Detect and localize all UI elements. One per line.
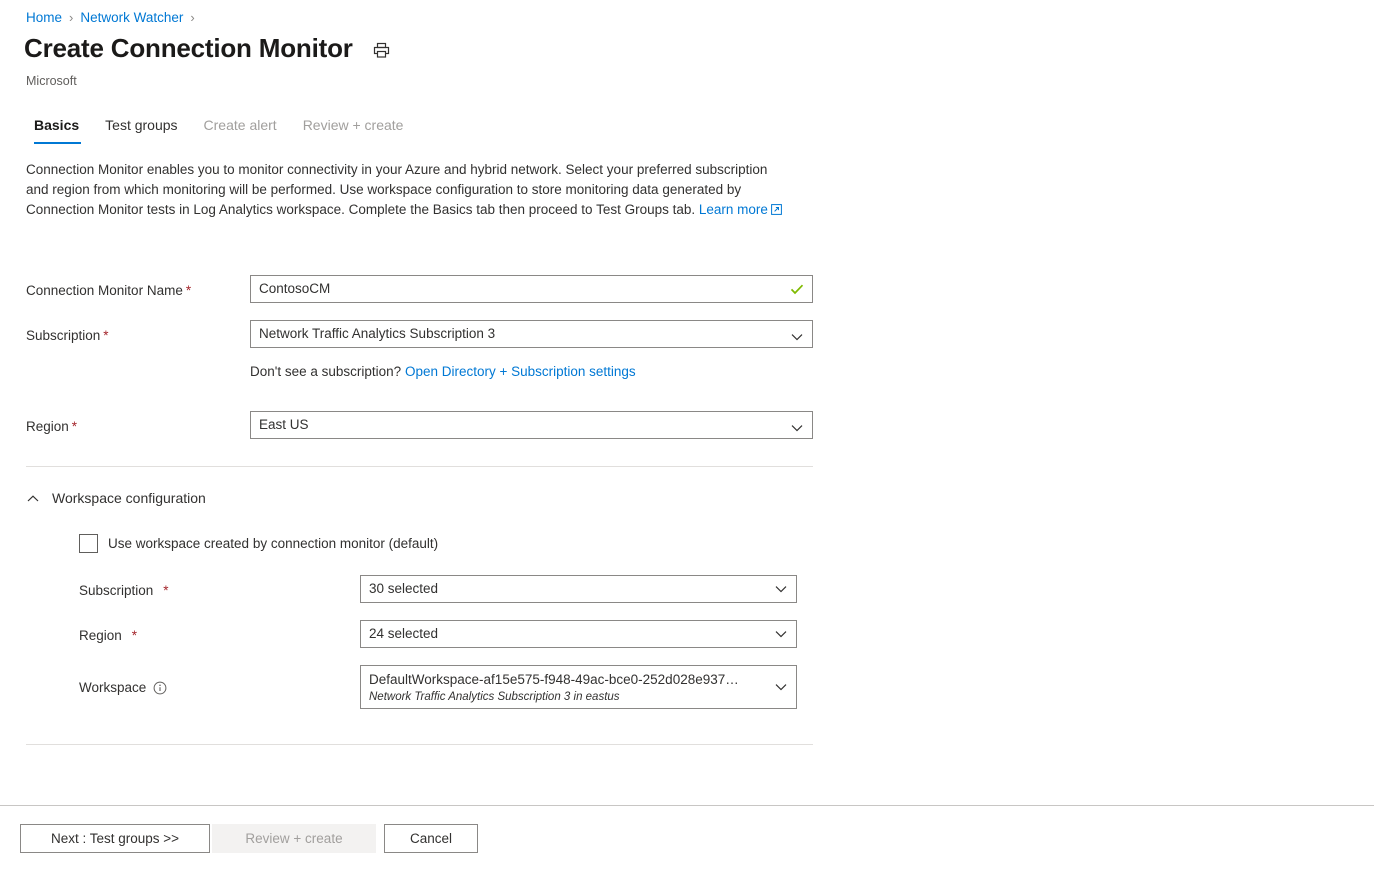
subscription-control: Network Traffic Analytics Subscription 3 (250, 320, 813, 348)
dropdown-value: Network Traffic Analytics Subscription 3 (259, 321, 780, 347)
workspace-region-control: 24 selected (360, 620, 797, 648)
page-title: Create Connection Monitor (24, 31, 353, 65)
use-default-workspace-checkbox[interactable] (79, 534, 98, 553)
tab-test-groups[interactable]: Test groups (92, 112, 190, 144)
breadcrumb-separator-icon: › (69, 8, 73, 28)
workspace-control: DefaultWorkspace-af15e575-f948-49ac-bce0… (360, 665, 797, 709)
tab-bar: Basics Test groups Create alert Review +… (26, 112, 416, 144)
breadcrumb-separator-icon: › (190, 8, 194, 28)
next-test-groups-button[interactable]: Next : Test groups >> (20, 824, 210, 853)
tab-create-alert: Create alert (191, 112, 290, 144)
info-icon[interactable] (153, 681, 167, 695)
workspace-label: Workspace (79, 665, 360, 697)
workspace-dropdown[interactable]: DefaultWorkspace-af15e575-f948-49ac-bce0… (360, 665, 797, 709)
required-marker: * (186, 283, 191, 298)
chevron-down-icon (790, 418, 804, 432)
dropdown-value: East US (259, 412, 780, 438)
connection-monitor-name-input[interactable]: ContosoCM (250, 275, 813, 303)
workspace-subscription-control: 30 selected (360, 575, 797, 603)
connection-monitor-name-label: Connection Monitor Name* (26, 275, 250, 300)
input-value: ContosoCM (259, 276, 782, 302)
field-workspace: Workspace DefaultWorkspace-af15e575-f948… (79, 665, 1126, 709)
create-connection-monitor-page: Home › Network Watcher › Create Connecti… (0, 0, 1374, 872)
subscription-dropdown[interactable]: Network Traffic Analytics Subscription 3 (250, 320, 813, 348)
label-text: Region (79, 626, 122, 645)
workspace-subscription-label: Subscription * (79, 575, 360, 600)
page-description: Connection Monitor enables you to monito… (26, 160, 786, 222)
chevron-down-icon (774, 627, 788, 641)
label-text: Subscription (79, 581, 153, 600)
chevron-down-icon (790, 327, 804, 341)
basics-form: Connection Monitor Name* ContosoCM Subsc… (26, 275, 1126, 745)
subscription-hint: Don't see a subscription? Open Directory… (250, 348, 813, 381)
region-label: Region* (26, 411, 250, 436)
required-marker: * (163, 581, 168, 600)
required-marker: * (72, 419, 77, 434)
subscription-label: Subscription* (26, 320, 250, 345)
region-dropdown[interactable]: East US (250, 411, 813, 439)
review-create-button: Review + create (212, 824, 376, 853)
dropdown-subtext: Network Traffic Analytics Subscription 3… (369, 690, 764, 705)
label-text: Connection Monitor Name (26, 283, 183, 298)
field-workspace-subscription: Subscription * 30 selected (79, 575, 1126, 603)
label-text: Workspace (79, 678, 146, 697)
breadcrumb-item-network-watcher[interactable]: Network Watcher (80, 8, 183, 28)
dropdown-value: 24 selected (369, 624, 764, 644)
tab-review-create: Review + create (290, 112, 417, 144)
description-text: Connection Monitor enables you to monito… (26, 162, 767, 217)
cancel-button[interactable]: Cancel (384, 824, 478, 853)
use-default-workspace-row[interactable]: Use workspace created by connection moni… (79, 534, 1126, 553)
label-text: Region (26, 419, 69, 434)
workspace-subscription-dropdown[interactable]: 30 selected (360, 575, 797, 603)
field-subscription: Subscription* Network Traffic Analytics … (26, 320, 1126, 348)
open-directory-subscription-settings-link[interactable]: Open Directory + Subscription settings (405, 364, 636, 379)
external-link-icon[interactable] (771, 201, 782, 221)
dropdown-value: 30 selected (369, 579, 764, 599)
breadcrumb-item-home[interactable]: Home (26, 8, 62, 28)
workspace-region-dropdown[interactable]: 24 selected (360, 620, 797, 648)
breadcrumb: Home › Network Watcher › (26, 8, 202, 28)
chevron-up-icon (26, 491, 40, 505)
checkmark-icon (789, 281, 805, 297)
use-default-workspace-label: Use workspace created by connection moni… (108, 536, 438, 551)
print-icon[interactable] (369, 37, 395, 63)
workspace-configuration-header[interactable]: Workspace configuration (26, 488, 1126, 508)
tab-basics[interactable]: Basics (26, 112, 92, 144)
label-text: Subscription (26, 328, 100, 343)
learn-more-link[interactable]: Learn more (699, 202, 768, 217)
region-control: East US (250, 411, 813, 439)
section-divider-bottom (26, 744, 813, 745)
section-divider-top (26, 466, 813, 467)
chevron-down-icon (774, 680, 788, 694)
required-marker: * (132, 626, 137, 645)
chevron-down-icon (774, 582, 788, 596)
connection-monitor-name-control: ContosoCM (250, 275, 813, 303)
required-marker: * (103, 328, 108, 343)
page-subtitle: Microsoft (26, 73, 77, 89)
workspace-configuration-title: Workspace configuration (52, 488, 206, 508)
footer-actions: Next : Test groups >> Review + create Ca… (20, 824, 478, 853)
title-row: Create Connection Monitor (24, 31, 395, 65)
dropdown-value: DefaultWorkspace-af15e575-f948-49ac-bce0… (369, 670, 764, 690)
field-workspace-region: Region * 24 selected (79, 620, 1126, 648)
footer-divider (0, 805, 1374, 806)
field-region: Region* East US (26, 411, 1126, 439)
field-connection-monitor-name: Connection Monitor Name* ContosoCM (26, 275, 1126, 303)
workspace-region-label: Region * (79, 620, 360, 645)
hint-text: Don't see a subscription? (250, 364, 401, 379)
